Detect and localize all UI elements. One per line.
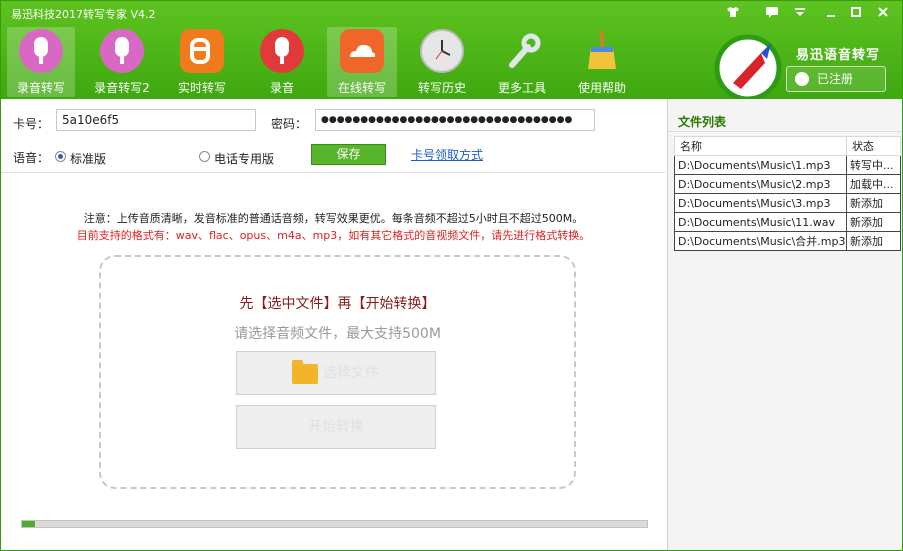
table-row[interactable]: D:\Documents\Music\合并.mp3 新添加 [674,231,901,251]
tool-label: 使用帮助 [577,81,626,95]
radio-standard-label[interactable]: 标准版 [70,150,106,167]
note-text: 注意：上传音质清晰，发音标准的普通话音频，转写效果更优。每条音频不超过5小时且不… [83,212,584,225]
file-list-panel: 文件列表 名称 状态 D:\Documents\Music\1.mp3 转写中.… [667,99,902,550]
brand-name: 易迅语音转写 [796,48,881,63]
file-name: D:\Documents\Music\11.wav [674,212,847,232]
header-bar: 易迅科技2017转写专家 V4.2 录音转写 录音转写2 实时转写 录音 在线转… [1,1,902,102]
upload-hint: 请选择音频文件，最大支持500M [234,326,441,342]
file-table: 名称 状态 D:\Documents\Music\1.mp3 转写中... D:… [674,136,901,251]
tool-more[interactable]: 更多工具 [487,27,557,97]
close-icon[interactable] [874,5,892,21]
progress-fill [22,521,35,527]
minimize-icon[interactable] [822,5,840,21]
brand-logo [713,33,783,103]
divider [1,172,666,173]
tool-history[interactable]: 转写历史 [407,27,477,97]
key-icon [795,72,809,86]
file-name: D:\Documents\Music\2.mp3 [674,174,847,194]
clock-icon [420,29,464,73]
password-input[interactable]: ●●●●●●●●●●●●●●●●●●●●●●●●●●●●●●●● [315,109,595,131]
folder-icon [292,360,318,384]
tool-label: 在线转写 [337,81,386,95]
file-status: 转写中... [846,155,901,175]
tool-record-transcribe-2[interactable]: 录音转写2 [87,27,157,97]
file-name: D:\Documents\Music\3.mp3 [674,193,847,213]
file-status: 新添加 [846,231,901,251]
microphone-icon [19,29,63,73]
tool-realtime-transcribe[interactable]: 实时转写 [167,27,237,97]
shirt-icon[interactable] [724,5,742,21]
tool-help[interactable]: 使用帮助 [567,27,637,97]
save-button[interactable]: 保存 [311,144,386,165]
progress-bar [21,520,648,528]
menu-icon[interactable] [791,5,809,21]
wrench-icon [500,29,544,73]
card-label: 卡号： [13,117,50,131]
tool-label: 更多工具 [497,81,546,95]
tool-label: 实时转写 [177,81,226,95]
start-convert-button[interactable]: 开始转换 [236,405,436,449]
select-file-button[interactable]: 选择文件 [236,351,436,395]
table-header: 名称 状态 [674,136,901,156]
app-window: 易迅科技2017转写专家 V4.2 录音转写 录音转写2 实时转写 录音 在线转… [0,0,903,551]
card-acquire-link[interactable]: 卡号领取方式 [411,146,483,163]
select-file-label: 选择文件 [323,365,379,381]
card-number-input[interactable]: 5a10e6f5 [56,109,256,131]
voice-label: 语音： [13,151,50,165]
maximize-icon[interactable] [847,5,865,21]
broom-icon [580,29,624,73]
upload-drop-zone[interactable]: 先【选中文件】再【开始转换】 请选择音频文件，最大支持500M 选择文件 开始转… [99,255,576,489]
column-status-header[interactable]: 状态 [846,136,901,156]
radio-phone-label[interactable]: 电话专用版 [214,150,274,167]
table-row[interactable]: D:\Documents\Music\1.mp3 转写中... [674,155,901,175]
tool-record[interactable]: 录音 [247,27,317,97]
registered-button[interactable]: 已注册 [786,66,886,92]
registered-label: 已注册 [817,72,854,86]
microphone-icon [260,29,304,73]
tool-label: 录音 [269,81,294,95]
column-name-header[interactable]: 名称 [674,136,847,156]
upload-title: 先【选中文件】再【开始转换】 [239,296,436,312]
file-status: 加载中... [846,174,901,194]
format-note-text: 目前支持的格式有：wav、flac、opus、m4a、mp3，如有其它格式的音视… [76,229,591,242]
file-name: D:\Documents\Music\1.mp3 [674,155,847,175]
cloud-icon [340,29,384,73]
file-status: 新添加 [846,212,901,232]
tool-label: 录音转写2 [94,81,150,95]
table-row[interactable]: D:\Documents\Music\11.wav 新添加 [674,212,901,232]
transcribe-panel: 卡号： 5a10e6f5 密码： ●●●●●●●●●●●●●●●●●●●●●●●… [1,99,666,550]
window-title: 易迅科技2017转写专家 V4.2 [11,8,156,21]
divider [668,131,902,132]
file-list-title: 文件列表 [678,115,727,129]
password-label: 密码： [271,117,308,131]
table-row[interactable]: D:\Documents\Music\2.mp3 加载中... [674,174,901,194]
tool-label: 转写历史 [417,81,466,95]
tool-record-transcribe[interactable]: 录音转写 [7,27,75,97]
blogger-icon [180,29,224,73]
table-row[interactable]: D:\Documents\Music\3.mp3 新添加 [674,193,901,213]
tool-label: 录音转写 [16,81,65,95]
tool-online-transcribe[interactable]: 在线转写 [327,27,397,97]
radio-standard[interactable] [55,151,66,162]
file-name: D:\Documents\Music\合并.mp3 [674,231,847,251]
radio-phone[interactable] [199,151,210,162]
message-icon[interactable] [763,5,781,21]
microphone-icon [100,29,144,73]
file-status: 新添加 [846,193,901,213]
